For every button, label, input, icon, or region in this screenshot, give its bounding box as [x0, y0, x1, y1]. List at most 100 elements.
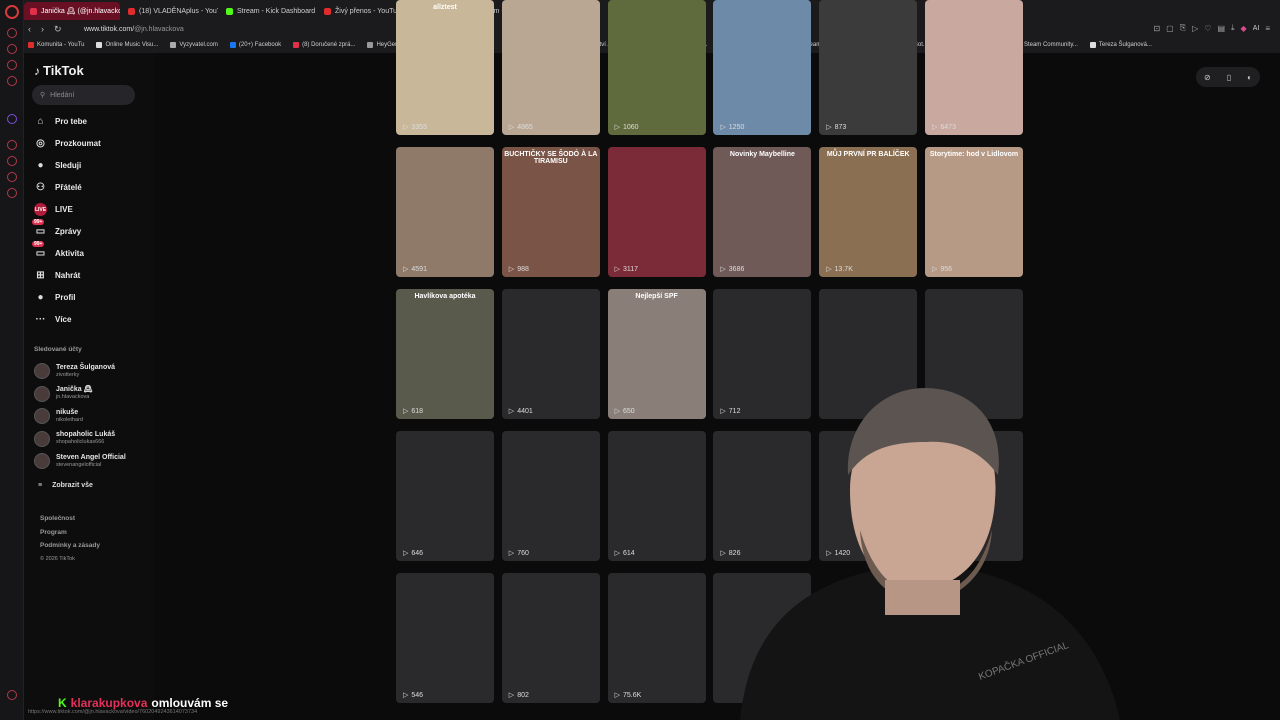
view-count: ▷ 4401: [509, 407, 533, 416]
browser-tab[interactable]: (18) VLADĚNAplus - YouT×: [122, 2, 218, 20]
play-icon[interactable]: ▷: [1192, 24, 1198, 33]
twitch-icon[interactable]: [7, 114, 17, 124]
bookmark-item[interactable]: (20+) Facebook: [229, 41, 281, 48]
browser-tab[interactable]: Janička 🕰 (@jn.hlavackova×: [24, 2, 120, 20]
instagram-icon[interactable]: [7, 76, 17, 86]
live-icon: LIVE: [34, 203, 47, 216]
video-tile[interactable]: Storytime: hod v Lidlovom ▷ 956: [925, 147, 1023, 277]
forward-icon[interactable]: ›: [41, 24, 44, 35]
video-tile[interactable]: ▷ 3117: [607, 147, 706, 277]
video-tile[interactable]: Havlíkova apotéka ▷ 618: [396, 289, 494, 419]
bookmark-item[interactable]: Steam Community...: [1014, 41, 1078, 48]
tiktok-note-icon: ♪: [34, 63, 40, 78]
view-count-value: 546: [411, 691, 424, 699]
nav-label: Přátelé: [55, 183, 82, 192]
view-count: ▷ 3117: [614, 265, 638, 274]
view-count: ▷ 614: [615, 549, 635, 558]
account-handle: shopaholiclukas666: [56, 439, 105, 445]
video-tile[interactable]: BUCHTIČKY SE ŠODÓ À LA TIRAMISU ▷ 988: [501, 147, 600, 277]
nav-item[interactable]: ··· Více: [34, 313, 72, 326]
footer-link[interactable]: Program: [40, 526, 100, 540]
menu-icon[interactable]: ≡: [1265, 24, 1270, 33]
nav-item[interactable]: ⚇ Přátelé: [34, 181, 82, 194]
nav-item[interactable]: ● Sleduji: [34, 159, 81, 172]
video-tile[interactable]: ▷ 75.6K: [607, 573, 706, 703]
following-account[interactable]: nikuše nikolethard: [34, 408, 83, 424]
view-count-value: 1060: [622, 123, 639, 131]
bookmark-item[interactable]: Komunita - YouTu: [28, 41, 84, 48]
tab-favicon-icon: [226, 7, 233, 15]
history-icon[interactable]: [7, 140, 17, 150]
wallet-icon[interactable]: ▤: [1217, 24, 1225, 33]
video-tile[interactable]: ▷ 760: [501, 431, 600, 561]
bookmark-item[interactable]: Online Music Visu...: [96, 41, 158, 48]
nav-item[interactable]: ◎ Prozkoumat: [34, 137, 101, 150]
phone-icon[interactable]: ▯: [1227, 73, 1231, 82]
player-icon[interactable]: [7, 172, 17, 182]
following-account[interactable]: Janička 🕰 jn.hlavackova: [34, 385, 93, 402]
view-count: ▷ 618: [403, 407, 424, 416]
nav-item[interactable]: ⊞ Nahrát: [34, 269, 80, 282]
pin-icon[interactable]: [7, 156, 17, 166]
url-field[interactable]: www.tiktok.com/@jn.hlavackova: [84, 26, 184, 33]
messenger-icon[interactable]: [7, 44, 17, 54]
video-tile[interactable]: allztest ▷ 3355: [396, 0, 494, 135]
video-tile[interactable]: ▷ 6473: [925, 0, 1023, 135]
video-tile[interactable]: ▷ 546: [396, 573, 494, 703]
video-tile[interactable]: ▷ 614: [607, 431, 706, 561]
view-count-value: 873: [834, 123, 847, 131]
view-count-value: 3355: [411, 123, 427, 131]
rail-icon[interactable]: [7, 28, 17, 38]
video-tile[interactable]: ▷ 1250: [713, 0, 812, 135]
video-tile[interactable]: ▷ 873: [819, 0, 918, 135]
nav-item[interactable]: ● Profil: [34, 291, 75, 304]
more-icon: ···: [34, 313, 47, 326]
nav-item[interactable]: LIVE LIVE: [34, 203, 73, 216]
show-all-button[interactable]: ≡ Zobrazit vše: [38, 482, 93, 489]
bookmark-item[interactable]: Tereza Šulganová...: [1089, 41, 1152, 48]
video-tile[interactable]: ▷ 4591: [396, 147, 494, 277]
search-icon: ⚲: [40, 92, 46, 99]
video-tile[interactable]: ▷ 646: [396, 431, 494, 561]
reload-icon[interactable]: ↻: [54, 24, 62, 35]
share-icon[interactable]: ⎘: [1180, 23, 1186, 33]
ai-button[interactable]: AI: [1253, 25, 1260, 32]
nav-item[interactable]: ▭ 99+ Aktivita: [32, 241, 84, 260]
snapshot-icon[interactable]: ▢: [1166, 24, 1174, 33]
opera-logo-icon[interactable]: [5, 5, 19, 19]
video-tile[interactable]: ▷ 802: [501, 573, 600, 703]
extension-icon[interactable]: ⊡: [1153, 24, 1160, 33]
more-icon[interactable]: [7, 690, 17, 700]
play-icon: ▷: [614, 266, 620, 273]
view-count-value: 618: [411, 407, 424, 415]
back-icon[interactable]: ‹: [28, 24, 31, 35]
following-account[interactable]: Steven Angel Official stevenangelofficial: [34, 453, 126, 469]
account-handle: stevenangelofficial: [56, 461, 102, 468]
video-tile[interactable]: ▷ 1060: [607, 0, 706, 135]
bookmark-item[interactable]: Vyzyvatel.com: [170, 41, 218, 48]
aria-icon[interactable]: ◆: [1241, 24, 1247, 33]
footer-link[interactable]: Podmínky a zásady: [40, 539, 100, 553]
search-input[interactable]: ⚲ Hledání: [32, 85, 135, 105]
heart-icon[interactable]: ♡: [1204, 24, 1211, 33]
browser-tab[interactable]: Stream - Kick Dashboard×: [220, 2, 316, 20]
desktop-icon[interactable]: ⊘: [1204, 73, 1211, 82]
video-tile[interactable]: ▷ 4865: [501, 0, 600, 135]
tiktok-logo-text: TikTok: [43, 63, 84, 78]
settings-icon[interactable]: [7, 188, 17, 198]
tiktok-logo[interactable]: ♪ TikTok: [34, 63, 84, 78]
download-icon[interactable]: ⤓: [1231, 23, 1235, 33]
bookmark-item[interactable]: (8) Doručené zprá...: [293, 41, 355, 48]
view-count-value: 4401: [517, 407, 533, 415]
video-tile[interactable]: ▷ 4401: [501, 289, 600, 419]
whatsapp-icon[interactable]: [7, 60, 17, 70]
nav-item[interactable]: ⌂ Pro tebe: [34, 115, 87, 128]
following-account[interactable]: shopaholic Lukáš shopaholiclukas666: [34, 430, 115, 447]
video-tile[interactable]: Nejlepší SPF ▷ 650: [607, 289, 706, 419]
video-tile[interactable]: MŮJ PRVNÍ PR BALÍČEK ▷ 13.7K: [819, 147, 918, 277]
following-account[interactable]: Tereza Šulganová zivotterky: [34, 363, 115, 379]
globe-icon[interactable]: ◐: [1247, 73, 1252, 82]
nav-item[interactable]: ▭ 99+ Zprávy: [32, 219, 81, 238]
video-tile[interactable]: Novinky Maybelline ▷ 3686: [713, 147, 812, 277]
footer-link[interactable]: Společnost: [40, 512, 100, 526]
